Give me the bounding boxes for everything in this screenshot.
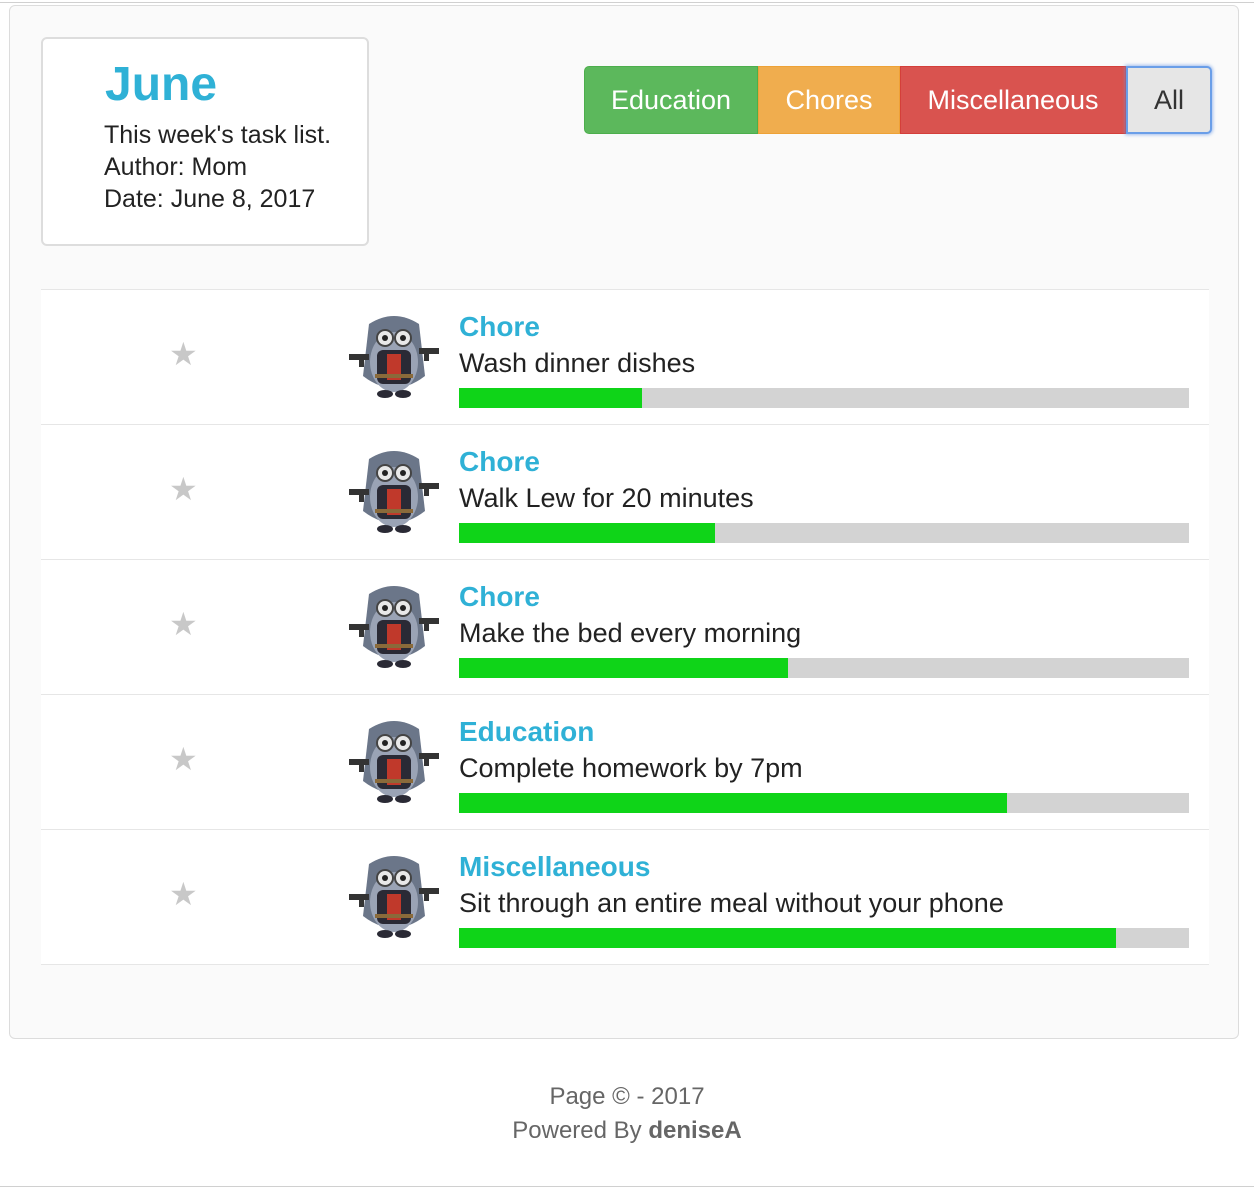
task-category: Chore <box>459 311 540 342</box>
category-filter-group: Education Chores Miscellaneous All <box>584 66 1212 134</box>
task-category: Chore <box>459 581 540 612</box>
star-icon[interactable]: ★ <box>169 606 198 642</box>
footer-powered-prefix: Powered By <box>512 1117 649 1144</box>
minion-avatar <box>349 721 439 803</box>
footer: Page © - 2017 Powered By deniseA <box>0 1080 1254 1148</box>
filter-chores-button[interactable]: Chores <box>758 66 900 134</box>
task-name: Make the bed every morning <box>459 618 802 648</box>
task-progress-fill <box>459 928 1116 948</box>
info-card: June This week's task list. Author: Mom … <box>41 37 369 246</box>
task-row: ★ Chore Wash dinner dishes <box>41 289 1209 424</box>
star-icon[interactable]: ★ <box>169 471 198 507</box>
list-description: This week's task list. <box>104 121 332 149</box>
task-progress-bar <box>459 928 1189 948</box>
task-name: Complete homework by 7pm <box>459 753 803 783</box>
task-category: Education <box>459 716 595 747</box>
task-progress-bar <box>459 388 1189 408</box>
filter-all-button[interactable]: All <box>1126 66 1212 134</box>
task-name: Sit through an entire meal without your … <box>459 888 1004 918</box>
minion-avatar <box>349 586 439 668</box>
task-progress-bar <box>459 793 1189 813</box>
task-progress-fill <box>459 658 788 678</box>
task-progress-bar <box>459 523 1189 543</box>
bottom-divider <box>0 1186 1254 1187</box>
task-progress-fill <box>459 793 1007 813</box>
task-progress-fill <box>459 388 642 408</box>
task-row: ★ Chore Walk Lew for 20 minutes <box>41 424 1209 559</box>
main-panel: June This week's task list. Author: Mom … <box>9 5 1239 1039</box>
filter-education-button[interactable]: Education <box>584 66 758 134</box>
top-divider <box>0 2 1254 3</box>
task-name: Walk Lew for 20 minutes <box>459 483 754 513</box>
task-progress-fill <box>459 523 715 543</box>
task-row: ★ Chore Make the bed every morning <box>41 559 1209 694</box>
task-name: Wash dinner dishes <box>459 348 696 378</box>
filter-miscellaneous-button[interactable]: Miscellaneous <box>900 66 1126 134</box>
list-date: Date: June 8, 2017 <box>104 185 316 213</box>
footer-copyright: Page © - 2017 <box>549 1083 705 1110</box>
star-icon[interactable]: ★ <box>169 876 198 912</box>
list-author: Author: Mom <box>104 153 248 181</box>
task-list: ★ Chore Wash dinner dishes ★ Chore Walk … <box>41 289 1209 965</box>
task-row: ★ Miscellaneous Sit through an entire me… <box>41 829 1209 965</box>
minion-avatar <box>349 316 439 398</box>
minion-avatar <box>349 856 439 938</box>
footer-author: deniseA <box>648 1117 742 1144</box>
task-category: Miscellaneous <box>459 851 651 882</box>
task-progress-bar <box>459 658 1189 678</box>
minion-avatar <box>349 451 439 533</box>
task-category: Chore <box>459 446 540 477</box>
footer-powered-by: Powered By deniseA <box>0 1114 1254 1148</box>
page-title: June <box>105 58 218 111</box>
task-row: ★ Education Complete homework by 7pm <box>41 694 1209 829</box>
star-icon[interactable]: ★ <box>169 741 198 777</box>
star-icon[interactable]: ★ <box>169 336 198 372</box>
